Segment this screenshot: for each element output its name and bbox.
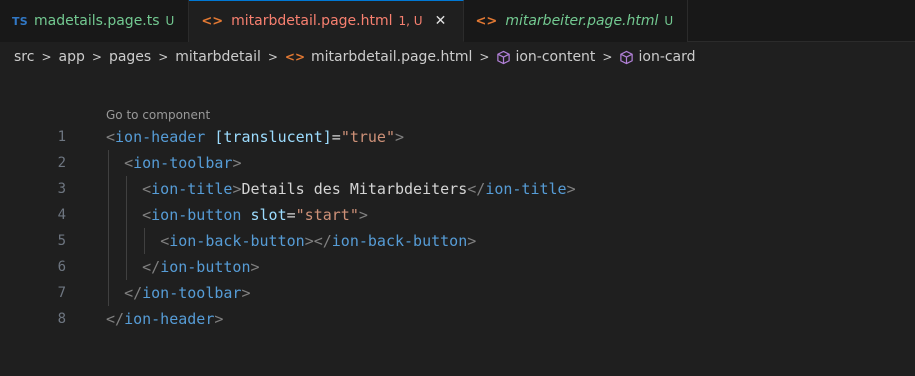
code-token: <	[106, 128, 116, 146]
code-line[interactable]: 8 </ion-header>	[0, 306, 915, 332]
line-number: 8	[57, 311, 66, 327]
code-token: >	[241, 284, 251, 302]
code-token: >	[232, 154, 242, 172]
indent-guide	[126, 176, 128, 280]
code-token: </	[142, 258, 161, 276]
code-line[interactable]: 2 <ion-toolbar>	[0, 150, 915, 176]
code-line[interactable]: 1 <ion-header [translucent]="true">	[0, 124, 915, 150]
git-status-badge: U	[165, 14, 175, 28]
code-text: <ion-title>Details des Mitarbdeiters</io…	[106, 180, 576, 198]
code-token: "true"	[340, 128, 395, 146]
code-token: </	[467, 180, 486, 198]
symbol-component-icon	[620, 50, 634, 64]
html-file-icon: <>	[201, 13, 224, 29]
indent-guide	[144, 228, 146, 254]
code-token: ></	[304, 232, 332, 250]
breadcrumb-item-mitarbdetail[interactable]: mitarbdetail	[175, 49, 261, 65]
symbol-component-icon	[497, 50, 511, 64]
code-token: <	[124, 154, 134, 172]
code-token: >	[250, 258, 260, 276]
chevron-right-icon: >	[602, 50, 613, 64]
breadcrumb-item-pages[interactable]: pages	[109, 49, 151, 65]
breadcrumb-item-app[interactable]: app	[59, 49, 85, 65]
html-file-icon: <>	[475, 13, 498, 29]
code-token: <	[142, 206, 152, 224]
code-token: </	[124, 284, 143, 302]
chevron-right-icon: >	[158, 50, 169, 64]
code-token: ion-back-button	[331, 232, 468, 250]
chevron-right-icon: >	[479, 50, 490, 64]
tab-madetails-page-ts[interactable]: TS madetails.page.ts U	[0, 0, 190, 42]
code-token: <	[160, 232, 170, 250]
git-status-badge: U	[664, 14, 674, 28]
tab-label: madetails.page.ts	[34, 13, 160, 29]
problems-git-badge: 1, U	[398, 14, 423, 28]
breadcrumb-item-src[interactable]: src	[14, 49, 34, 65]
code-token: "start"	[295, 206, 359, 224]
line-number: 2	[57, 155, 66, 171]
line-number: 4	[57, 207, 66, 223]
tab-label: mitarbdetail.page.html	[231, 13, 393, 29]
chevron-right-icon: >	[41, 50, 52, 64]
code-text: <ion-toolbar>	[106, 154, 241, 172]
code-token: ion-header	[124, 310, 215, 328]
line-number: 5	[57, 233, 66, 249]
breadcrumb-item-ion-content[interactable]: ion-content	[515, 49, 595, 65]
code-line[interactable]: 5 <ion-back-button></ion-back-button>	[0, 228, 915, 254]
code-line[interactable]: 7 </ion-toolbar>	[0, 280, 915, 306]
close-icon[interactable]: ✕	[433, 13, 449, 29]
breadcrumb-item-file[interactable]: mitarbdetail.page.html	[311, 49, 472, 65]
chevron-right-icon: >	[91, 50, 102, 64]
code-token: [translucent]	[214, 128, 332, 146]
typescript-file-icon: TS	[12, 14, 29, 28]
code-text: <ion-header [translucent]="true">	[106, 128, 404, 146]
tab-label: mitarbeiter.page.html	[505, 13, 659, 29]
code-token: Details des Mitarbdeiters	[241, 180, 468, 198]
code-line[interactable]: 3 <ion-title>Details des Mitarbdeiters</…	[0, 176, 915, 202]
code-editor[interactable]: Go to component 1 <ion-header [translucen…	[0, 72, 915, 376]
line-number: 1	[57, 129, 66, 145]
codelens-go-to-component[interactable]: Go to component	[106, 108, 210, 122]
html-file-icon: <>	[284, 50, 306, 64]
code-token: </	[106, 310, 125, 328]
code-token: slot	[250, 206, 287, 224]
code-token: >	[566, 180, 576, 198]
code-token: ion-toolbar	[133, 154, 233, 172]
code-token: ion-title	[485, 180, 567, 198]
tab-mitarbdetail-page-html[interactable]: <> mitarbdetail.page.html 1, U ✕	[189, 0, 464, 42]
code-text: <ion-back-button></ion-back-button>	[106, 232, 476, 250]
code-line[interactable]: 6 </ion-button>	[0, 254, 915, 280]
code-token: <	[142, 180, 152, 198]
code-text: </ion-toolbar>	[106, 284, 251, 302]
code-token: ion-header	[115, 128, 206, 146]
code-token: >	[214, 310, 224, 328]
code-token: >	[467, 232, 477, 250]
line-number: 7	[57, 285, 66, 301]
code-token: =	[331, 128, 341, 146]
code-token: >	[358, 206, 368, 224]
code-text: </ion-header>	[106, 310, 223, 328]
code-token: ion-button	[151, 206, 242, 224]
code-text: <ion-button slot="start">	[106, 206, 368, 224]
line-number: 6	[57, 259, 66, 275]
code-token: =	[286, 206, 296, 224]
code-token: ion-toolbar	[142, 284, 242, 302]
editor-tab-bar: TS madetails.page.ts U <> mitarbdetail.p…	[0, 0, 915, 42]
indent-guide	[108, 150, 109, 306]
breadcrumb-item-ion-card[interactable]: ion-card	[638, 49, 695, 65]
code-text: </ion-button>	[106, 258, 260, 276]
code-line[interactable]: 4 <ion-button slot="start">	[0, 202, 915, 228]
line-number: 3	[57, 181, 66, 197]
code-token: ion-button	[160, 258, 251, 276]
breadcrumb: src > app > pages > mitarbdetail > <> mi…	[0, 43, 915, 71]
code-token: ion-back-button	[169, 232, 305, 250]
tab-mitarbeiter-page-html[interactable]: <> mitarbeiter.page.html U	[463, 0, 689, 42]
code-token: >	[395, 128, 405, 146]
chevron-right-icon: >	[267, 50, 278, 64]
code-token: ion-title	[151, 180, 233, 198]
